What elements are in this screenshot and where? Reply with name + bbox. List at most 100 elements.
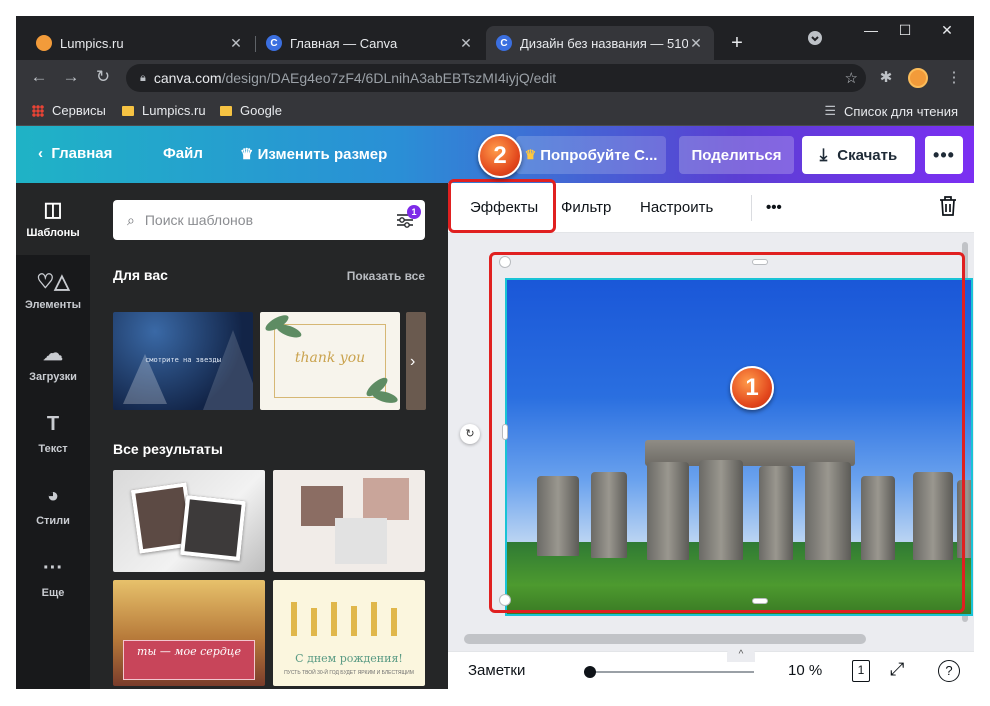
bookmark-google[interactable]: Google (220, 103, 282, 118)
reading-list-label: Список для чтения (844, 103, 958, 119)
rail-label: Элементы (24, 299, 82, 311)
template-birthday[interactable]: С днем рождения! ПУСТЬ ТВОЙ 30-Й ГОД БУД… (273, 580, 425, 686)
profile-avatar[interactable] (908, 68, 928, 88)
side-rail: ◫ Шаблоны ♡△ Элементы ☁ Загрузки T Текст… (16, 183, 90, 689)
toolbar-divider (751, 195, 752, 221)
show-all-link[interactable]: Показать все (347, 269, 425, 283)
chevron-up-icon[interactable]: ^ (727, 648, 755, 662)
back-home-label: Главная (51, 145, 113, 162)
more-options-button[interactable]: ••• (925, 136, 963, 174)
crown-icon: ♛ (524, 147, 537, 162)
step-badge-1: 1 (730, 366, 774, 410)
template-mood-board[interactable] (273, 470, 425, 572)
template-caption: thank you (294, 350, 366, 366)
tab-lumpics[interactable]: Lumpics.ru ✕ (26, 26, 254, 60)
notes-button[interactable]: Заметки (468, 662, 525, 679)
maximize-button[interactable]: ☐ (890, 22, 920, 39)
close-window-button[interactable]: ✕ (932, 22, 962, 39)
lock-icon: 🔒︎ (140, 71, 146, 84)
reading-list[interactable]: ☰ Список для чтения (824, 103, 958, 119)
bookmark-lumpics[interactable]: Lumpics.ru (122, 103, 206, 118)
tab-canva-home[interactable]: C Главная — Canva ✕ (256, 26, 484, 60)
canva-favicon-icon: C (266, 35, 282, 51)
rail-label: Шаблоны (26, 227, 80, 239)
template-search-input[interactable]: ⌕ Поиск шаблонов 1 (113, 200, 425, 240)
rail-item-elements[interactable]: ♡△ Элементы (16, 255, 90, 327)
search-icon: ⌕ (127, 211, 135, 228)
rail-item-styles[interactable]: ◕ Стили (16, 471, 90, 543)
close-tab-icon[interactable]: ✕ (458, 35, 474, 52)
resize-label: Изменить размер (257, 146, 388, 163)
fullscreen-icon[interactable]: ⤢ (890, 659, 904, 680)
tab-title: Дизайн без названия — 5100 (520, 35, 688, 51)
rail-label: Загрузки (29, 371, 77, 383)
text-icon: T (46, 413, 60, 435)
canva-favicon-icon: C (496, 35, 512, 51)
leaf-decoration (371, 388, 399, 406)
tab-title: Главная — Canva (290, 35, 398, 51)
tab-canva-design[interactable]: C Дизайн без названия — 5100 ✕ (486, 26, 714, 60)
more-icon: ··· (43, 557, 63, 579)
download-icon: ⤓ (819, 145, 828, 164)
template-caption: ты — мое сердце (136, 645, 241, 658)
reload-icon[interactable]: ↻ (92, 67, 114, 87)
download-button[interactable]: ⤓ Скачать (802, 136, 915, 174)
rotate-icon[interactable]: ↻ (460, 424, 480, 444)
rail-item-text[interactable]: T Текст (16, 399, 90, 471)
template-photo-collage[interactable] (113, 470, 265, 572)
bookmark-label: Google (240, 103, 282, 118)
template-caption: смотрите на звезды (145, 356, 221, 364)
photo-card (180, 495, 246, 561)
horizontal-scrollbar[interactable] (464, 634, 866, 644)
rail-item-more[interactable]: ··· Еще (16, 543, 90, 615)
triangle-shape (203, 330, 253, 410)
zoom-slider[interactable] (588, 671, 754, 673)
page-count-icon[interactable]: 1 (852, 660, 870, 682)
browser-menu-icon[interactable]: ⋮ (944, 68, 964, 86)
template-heart[interactable]: ты — мое сердце (113, 580, 265, 686)
bookmark-services[interactable]: Сервисы (32, 103, 106, 118)
palette-icon: ◕ (46, 485, 60, 507)
resize-button[interactable]: ♛ Изменить размер (240, 145, 387, 163)
minimize-button[interactable]: — (856, 22, 886, 38)
filter-button[interactable]: Фильтр (561, 199, 611, 216)
close-tab-icon[interactable]: ✕ (688, 35, 704, 52)
close-tab-icon[interactable]: ✕ (228, 35, 244, 52)
extensions-icon[interactable]: ✱ (876, 68, 896, 86)
crown-icon: ♛ (240, 146, 254, 163)
chevron-left-icon: ‹ (38, 145, 43, 162)
more-tools-button[interactable]: ••• (766, 199, 782, 216)
try-pro-label: Попробуйте С... (540, 146, 658, 164)
template-stars[interactable]: смотрите на звезды (113, 312, 253, 410)
template-partial[interactable] (406, 312, 426, 410)
file-menu[interactable]: Файл (163, 145, 203, 162)
bookmark-star-icon[interactable]: ☆ (845, 69, 858, 87)
chevron-right-icon[interactable]: › (410, 353, 415, 371)
back-home-link[interactable]: ‹ Главная (38, 145, 112, 162)
share-button[interactable]: Поделиться (679, 136, 794, 174)
new-tab-button[interactable]: + (726, 32, 748, 54)
template-caption: С днем рождения! (295, 652, 403, 665)
back-arrow-icon[interactable]: ← (28, 67, 50, 87)
zoom-level[interactable]: 10 % (788, 662, 822, 679)
search-placeholder: Поиск шаблонов (144, 212, 254, 228)
rail-item-uploads[interactable]: ☁ Загрузки (16, 327, 90, 399)
rail-item-templates[interactable]: ◫ Шаблоны (16, 183, 90, 255)
for-you-heading: Для вас (113, 267, 168, 283)
zoom-slider-knob[interactable] (584, 666, 596, 678)
address-bar[interactable]: 🔒︎ canva.com/design/DAEg4eo7zF4/6DLnihA3… (126, 64, 866, 92)
adjust-button[interactable]: Настроить (640, 199, 713, 216)
forward-arrow-icon[interactable]: → (60, 67, 82, 87)
candle-shape (371, 602, 377, 636)
bookmarks-bar: Сервисы Lumpics.ru Google ☰ Список для ч… (16, 96, 974, 126)
tab-search-icon[interactable] (800, 30, 830, 46)
template-thank-you[interactable]: thank you (260, 312, 400, 410)
all-results-heading: Все результаты (113, 441, 223, 457)
photo-card (363, 478, 409, 520)
rail-label: Еще (41, 587, 65, 599)
folder-icon (220, 105, 232, 116)
trash-icon[interactable] (938, 195, 958, 221)
help-button[interactable]: ? (938, 660, 960, 682)
try-pro-button[interactable]: ♛ Попробуйте С... (516, 136, 666, 174)
download-label: Скачать (837, 146, 898, 164)
